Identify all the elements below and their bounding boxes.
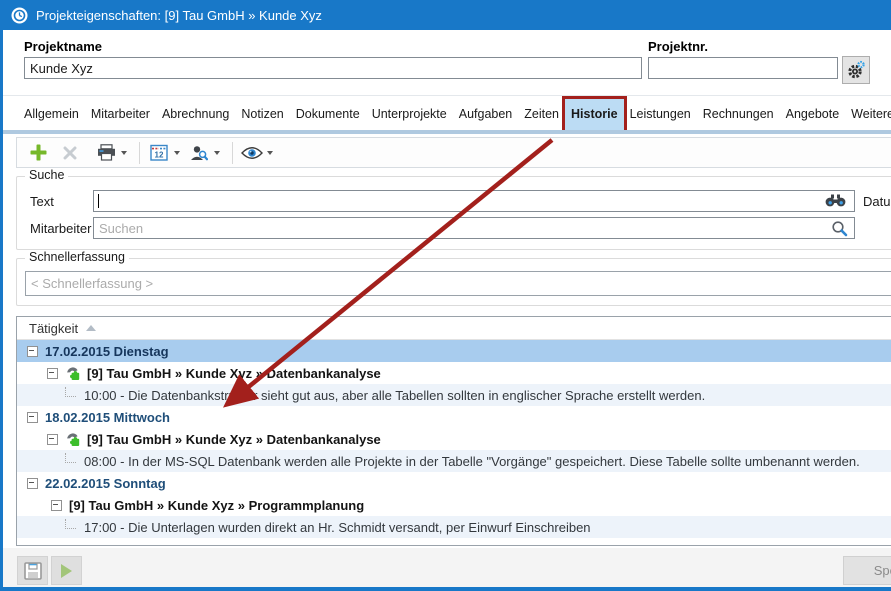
- project-label: [9] Tau GmbH » Kunde Xyz » Datenbankanal…: [87, 366, 381, 381]
- tree-elbow-connector: [65, 387, 76, 397]
- search-text-label: Text: [30, 194, 54, 209]
- search-groupbox: Suche Text Datum Mitarbeiter: [16, 176, 891, 250]
- tab-page-border: [3, 130, 891, 134]
- magnifier-icon[interactable]: [831, 220, 848, 237]
- svg-text:12: 12: [155, 150, 164, 159]
- quick-entry-groupbox: Schnellerfassung: [16, 258, 891, 306]
- collapse-expander-icon[interactable]: [47, 368, 58, 379]
- text-cursor: [98, 194, 99, 208]
- collapse-expander-icon[interactable]: [47, 434, 58, 445]
- calendar-icon: 12: [150, 144, 168, 161]
- projektname-input[interactable]: [24, 57, 642, 79]
- date-label: 17.02.2015 Dienstag: [45, 344, 169, 359]
- employee-filter-dropdown-arrow[interactable]: [214, 151, 220, 155]
- history-toolbar: 12: [16, 137, 891, 168]
- entry-label: 08:00 - In der MS-SQL Datenbank werden a…: [84, 454, 860, 469]
- projektnr-input[interactable]: [648, 57, 838, 79]
- floppy-disk-icon: [24, 562, 42, 580]
- tab-unterprojekte[interactable]: Unterprojekte: [366, 99, 453, 130]
- history-row-entry[interactable]: 10:00 - Die Datenbankstruktur sieht gut …: [17, 384, 891, 406]
- save-icon-button[interactable]: [17, 556, 48, 585]
- add-entry-button[interactable]: [25, 140, 51, 166]
- project-label: [9] Tau GmbH » Kunde Xyz » Datenbankanal…: [87, 432, 381, 447]
- date-label: 18.02.2015 Mittwoch: [45, 410, 170, 425]
- project-properties-window: { "window": { "title": "Projekteigenscha…: [0, 0, 891, 591]
- visibility-button[interactable]: [239, 140, 265, 166]
- collapse-expander-icon[interactable]: [27, 346, 38, 357]
- search-group-label: Suche: [25, 168, 68, 182]
- tab-abrechnung[interactable]: Abrechnung: [156, 99, 235, 130]
- toolbar-separator: [139, 142, 140, 164]
- print-button[interactable]: [93, 140, 119, 166]
- delete-entry-button[interactable]: [57, 140, 83, 166]
- date-filter-button[interactable]: 12: [146, 140, 172, 166]
- history-list: Tätigkeit 17.02.2015 Dienstag [9] Tau Gm…: [16, 316, 891, 546]
- history-row-date[interactable]: 18.02.2015 Mittwoch: [17, 406, 891, 428]
- entry-label: 17:00 - Die Unterlagen wurden direkt an …: [84, 520, 591, 535]
- window-title: Projekteigenschaften: [9] Tau GmbH » Kun…: [36, 8, 322, 23]
- history-row-date[interactable]: 17.02.2015 Dienstag: [17, 340, 891, 362]
- print-dropdown-arrow[interactable]: [121, 151, 127, 155]
- search-text-input[interactable]: [93, 190, 855, 212]
- activity-puzzle-icon: [65, 432, 81, 447]
- project-settings-button[interactable]: [842, 56, 870, 84]
- tab-strip: Allgemein Mitarbeiter Abrechnung Notizen…: [18, 99, 891, 130]
- search-mitarbeiter-label: Mitarbeiter: [30, 221, 91, 236]
- visibility-dropdown-arrow[interactable]: [267, 151, 273, 155]
- history-row-entry[interactable]: 17:00 - Die Unterlagen wurden direkt an …: [17, 516, 891, 538]
- projektname-label: Projektname: [24, 39, 102, 54]
- collapse-expander-icon[interactable]: [27, 478, 38, 489]
- tab-angebote[interactable]: Angebote: [780, 99, 846, 130]
- toolbar-separator: [232, 142, 233, 164]
- history-row-date[interactable]: 22.02.2015 Sonntag: [17, 472, 891, 494]
- date-label: 22.02.2015 Sonntag: [45, 476, 166, 491]
- print-icon: [97, 144, 116, 161]
- clock-app-icon: [11, 7, 28, 24]
- collapse-expander-icon[interactable]: [27, 412, 38, 423]
- binoculars-icon[interactable]: [825, 194, 846, 207]
- add-icon: [30, 144, 47, 161]
- tab-leistungen[interactable]: Leistungen: [624, 99, 697, 130]
- tab-mitarbeiter[interactable]: Mitarbeiter: [85, 99, 156, 130]
- quick-entry-group-label: Schnellerfassung: [25, 250, 129, 264]
- employee-filter-button[interactable]: [186, 140, 212, 166]
- search-mitarbeiter-input[interactable]: [93, 217, 855, 239]
- search-datum-label: Datum: [863, 194, 891, 209]
- collapse-expander-icon[interactable]: [51, 500, 62, 511]
- titlebar: Projekteigenschaften: [9] Tau GmbH » Kun…: [0, 0, 891, 30]
- window-border-bottom: [0, 587, 891, 591]
- entry-label: 10:00 - Die Datenbankstruktur sieht gut …: [84, 388, 705, 403]
- activity-puzzle-icon: [65, 366, 81, 381]
- tab-weiteres[interactable]: Weiteres: [845, 99, 891, 130]
- column-header-label: Tätigkeit: [29, 321, 78, 336]
- visibility-icon: [241, 146, 263, 160]
- start-timer-button[interactable]: [51, 556, 82, 585]
- tab-zeiten[interactable]: Zeiten: [518, 99, 565, 130]
- tab-historie[interactable]: Historie: [565, 99, 624, 130]
- gear-icon: [846, 60, 866, 80]
- date-filter-dropdown-arrow[interactable]: [174, 151, 180, 155]
- tab-allgemein[interactable]: Allgemein: [18, 99, 85, 130]
- tree-elbow-connector: [65, 453, 76, 463]
- column-header-taetigkeit[interactable]: Tätigkeit: [17, 317, 891, 340]
- history-row-project[interactable]: [9] Tau GmbH » Kunde Xyz » Programmplanu…: [17, 494, 891, 516]
- tab-aufgaben[interactable]: Aufgaben: [453, 99, 519, 130]
- sort-ascending-icon: [86, 325, 96, 331]
- quick-entry-input[interactable]: [25, 271, 891, 296]
- play-icon: [61, 564, 72, 578]
- person-search-icon: [190, 145, 208, 161]
- tab-notizen[interactable]: Notizen: [235, 99, 289, 130]
- project-label: [9] Tau GmbH » Kunde Xyz » Programmplanu…: [69, 498, 364, 513]
- projektnr-label: Projektnr.: [648, 39, 708, 54]
- history-row-entry[interactable]: 08:00 - In der MS-SQL Datenbank werden a…: [17, 450, 891, 472]
- history-row-project[interactable]: [9] Tau GmbH » Kunde Xyz » Datenbankanal…: [17, 362, 891, 384]
- tab-rechnungen[interactable]: Rechnungen: [697, 99, 780, 130]
- tab-dokumente[interactable]: Dokumente: [290, 99, 366, 130]
- delete-icon: [63, 146, 77, 160]
- history-row-project[interactable]: [9] Tau GmbH » Kunde Xyz » Datenbankanal…: [17, 428, 891, 450]
- project-header-panel: Projektname Projektnr.: [3, 30, 891, 96]
- tree-elbow-connector: [65, 519, 76, 529]
- speichern-button[interactable]: Speichern: [843, 556, 891, 585]
- footer-bar: Speichern: [3, 548, 891, 587]
